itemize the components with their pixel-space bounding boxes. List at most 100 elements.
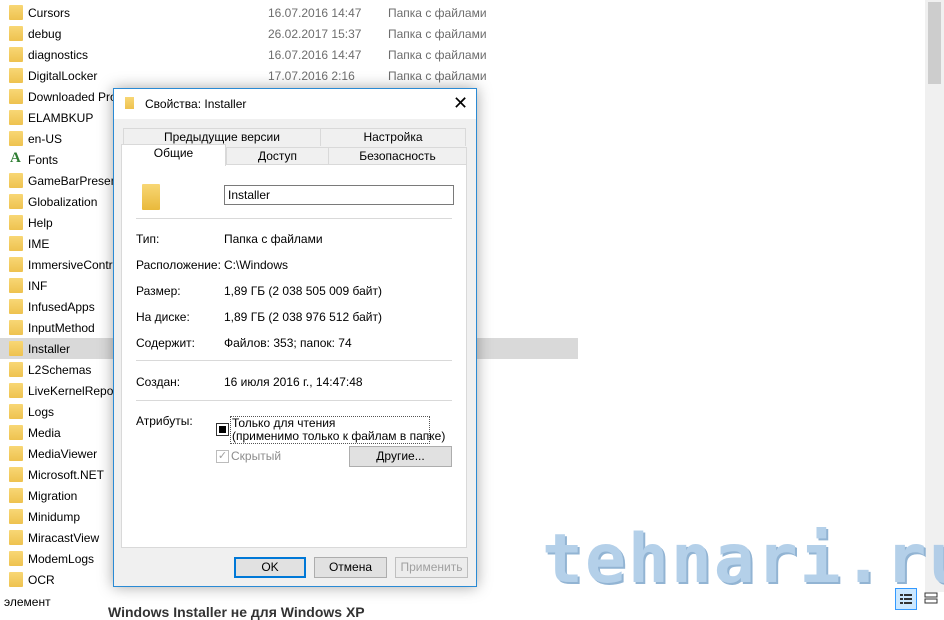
folder-icon (9, 5, 23, 20)
font-icon: A (10, 150, 21, 166)
file-row[interactable]: DigitalLocker 17.07.2016 2:16 Папка с файл… (0, 65, 578, 86)
file-name: MiracastView (28, 531, 100, 545)
file-row[interactable]: diagnostics 16.07.2016 14:47 Папка с файла… (0, 44, 578, 65)
separator (136, 360, 452, 361)
folder-icon (9, 488, 23, 503)
ok-button[interactable]: OK (234, 557, 306, 578)
folder-icon (9, 26, 23, 41)
folder-icon (9, 320, 23, 335)
scrollbar-thumb[interactable] (928, 2, 941, 84)
type-label: Тип: (136, 232, 160, 246)
folder-icon (9, 194, 23, 209)
file-date: 26.02.2017 15:37 (268, 27, 362, 41)
folder-icon (9, 530, 23, 545)
readonly-checkbox[interactable] (216, 423, 229, 436)
file-name: Cursors (28, 6, 71, 20)
file-type: Папка с файлами (388, 48, 487, 62)
background-page-text: Windows Installer не для Windows XP (108, 604, 365, 620)
vertical-scrollbar[interactable] (925, 0, 944, 592)
folder-icon (9, 383, 23, 398)
created-value: 16 июля 2016 г., 14:47:48 (224, 375, 363, 389)
folder-icon (9, 47, 23, 62)
dialog-title-bar[interactable]: Свойства: Installer ✕ (114, 89, 476, 119)
status-text: элемент (4, 595, 51, 609)
advanced-attributes-button[interactable]: Другие... (349, 446, 452, 467)
indeterminate-mark (219, 426, 226, 433)
folder-icon (9, 467, 23, 482)
created-label: Создан: (136, 375, 181, 389)
file-date: 17.07.2016 2:16 (268, 69, 355, 83)
file-name: ModemLogs (28, 552, 95, 566)
file-name: IME (28, 237, 50, 251)
file-name: Installer (28, 342, 71, 356)
folder-icon (9, 215, 23, 230)
readonly-label[interactable]: Только для чтения (232, 416, 335, 430)
tab-security[interactable]: Безопасность (328, 147, 467, 165)
contains-label: Содержит: (136, 336, 195, 350)
close-button[interactable]: ✕ (445, 89, 476, 119)
folder-icon (9, 446, 23, 461)
folder-icon (9, 509, 23, 524)
readonly-note: (применимо только к файлам в папке) (232, 429, 446, 443)
size-value: 1,89 ГБ (2 038 505 009 байт) (224, 284, 382, 298)
file-date: 16.07.2016 14:47 (268, 48, 362, 62)
folder-icon (9, 89, 23, 104)
tab-sharing[interactable]: Доступ (226, 147, 329, 165)
file-name: LiveKernelRepor (28, 384, 118, 398)
file-name: ELAMBKUP (28, 111, 94, 125)
file-name: diagnostics (28, 48, 89, 62)
folder-icon (9, 131, 23, 146)
file-name: Microsoft.NET (28, 468, 105, 482)
folder-icon (9, 110, 23, 125)
file-row[interactable]: Cursors 16.07.2016 14:47 Папка с файлами (0, 2, 578, 23)
hidden-checkbox[interactable]: ✓ (216, 450, 229, 463)
file-name: Fonts (28, 153, 59, 167)
file-name: Downloaded Pro (28, 90, 117, 104)
file-name: DigitalLocker (28, 69, 98, 83)
folder-icon (9, 341, 23, 356)
file-name: Media (28, 426, 61, 440)
dialog-title: Свойства: Installer (145, 97, 247, 111)
cancel-button[interactable]: Отмена (314, 557, 387, 578)
attributes-label: Атрибуты: (136, 414, 193, 428)
folder-icon (9, 572, 23, 587)
folder-icon (9, 173, 23, 188)
file-name: debug (28, 27, 62, 41)
file-type: Папка с файлами (388, 6, 487, 20)
disk-size-label: На диске: (136, 310, 190, 324)
file-name: InputMethod (28, 321, 95, 335)
file-name: INF (28, 279, 48, 293)
folder-icon (9, 425, 23, 440)
apply-button[interactable]: Применить (395, 557, 468, 578)
close-icon: ✕ (452, 93, 469, 113)
contains-value: Файлов: 353; папок: 74 (224, 336, 352, 350)
file-name: ImmersiveContr (28, 258, 113, 272)
file-name: Logs (28, 405, 55, 419)
separator (136, 400, 452, 401)
folder-icon (9, 299, 23, 314)
general-tab-panel: Тип: Папка с файлами Расположение: C:\Wi… (121, 164, 467, 548)
file-name: Minidump (28, 510, 81, 524)
folder-icon (142, 184, 160, 210)
tab-general[interactable]: Общие (121, 144, 226, 166)
folder-name-input[interactable] (224, 185, 454, 205)
file-row[interactable]: debug 26.02.2017 15:37 Папка с файлами (0, 23, 578, 44)
disk-size-value: 1,89 ГБ (2 038 976 512 байт) (224, 310, 382, 324)
location-label: Расположение: (136, 258, 221, 272)
file-name: InfusedApps (28, 300, 95, 314)
folder-icon (9, 236, 23, 251)
folder-icon (9, 362, 23, 377)
folder-icon (9, 404, 23, 419)
size-label: Размер: (136, 284, 181, 298)
folder-icon (9, 257, 23, 272)
folder-icon (9, 68, 23, 83)
folder-icon (9, 278, 23, 293)
file-date: 16.07.2016 14:47 (268, 6, 362, 20)
file-type: Папка с файлами (388, 27, 487, 41)
type-value: Папка с файлами (224, 232, 323, 246)
tab-customize[interactable]: Настройка (320, 128, 466, 146)
file-name: OCR (28, 573, 55, 587)
file-name: MediaViewer (28, 447, 98, 461)
watermark: tehnari.ru (542, 520, 944, 599)
file-name: L2Schemas (28, 363, 92, 377)
